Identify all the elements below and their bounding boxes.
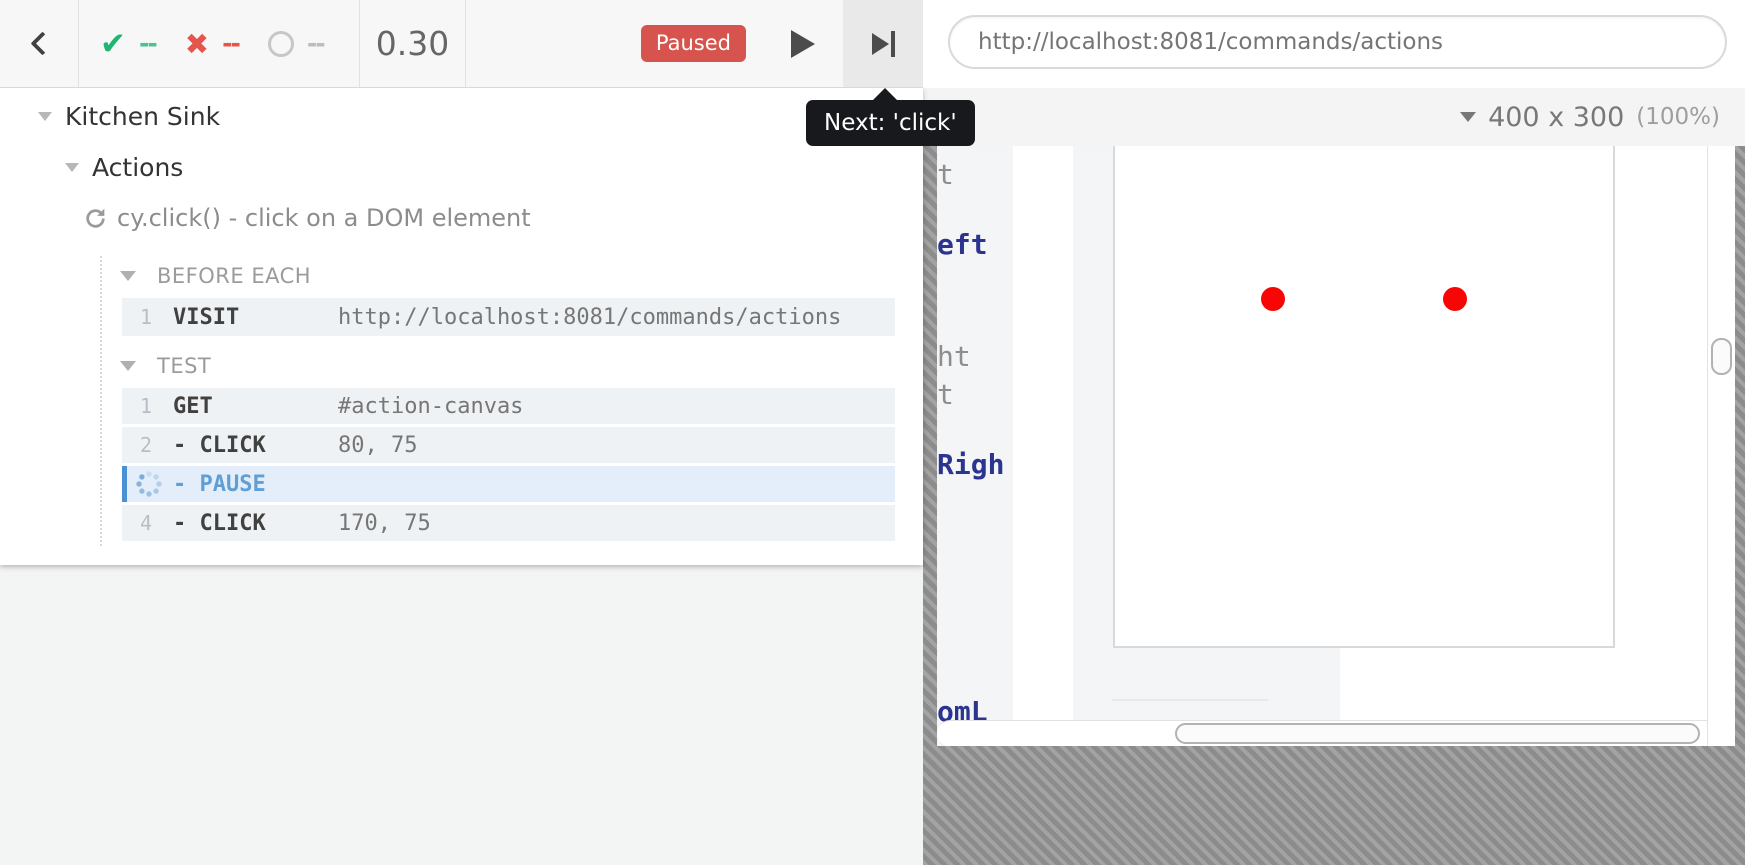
- next-step-tooltip: Next: 'click': [806, 100, 975, 146]
- test-cy-click[interactable]: cy.click() - click on a DOM element: [0, 182, 923, 232]
- command-row[interactable]: 1 GET #action-canvas: [122, 388, 895, 424]
- command-method: - CLICK: [173, 505, 266, 541]
- passed-check-icon: ✔: [100, 26, 126, 62]
- click-dot: [1261, 287, 1285, 311]
- chevron-left-icon: [30, 31, 54, 55]
- test-title: cy.click() - click on a DOM element: [117, 204, 531, 232]
- command-method: - PAUSE: [173, 466, 266, 502]
- command-message: #action-canvas: [338, 388, 523, 424]
- aut-iframe[interactable]: tefthttRighomL: [937, 146, 1735, 746]
- command-method: GET: [173, 388, 213, 424]
- reporter-toolbar: ✔ -- ✖ -- -- 0.30 Paused: [0, 0, 923, 88]
- test-stats: ✔ -- ✖ -- --: [79, 0, 360, 87]
- code-fragment: t: [937, 378, 954, 411]
- hook-name: BEFORE EACH: [157, 264, 311, 288]
- tooltip-text: Next: 'click': [824, 110, 957, 136]
- resume-play-button[interactable]: [791, 30, 815, 58]
- spec-tree: Kitchen Sink Actions cy.click() - click …: [0, 88, 923, 232]
- hook-header[interactable]: TEST: [120, 354, 923, 378]
- caret-down-icon: [65, 163, 79, 172]
- command-row[interactable]: 2 - CLICK 80, 75: [122, 427, 895, 463]
- caret-down-icon: [38, 112, 52, 121]
- suite-kitchen-sink[interactable]: Kitchen Sink: [0, 88, 923, 131]
- code-fragment: ht: [937, 340, 971, 373]
- suite-title: Actions: [92, 153, 183, 182]
- run-controls: Paused: [466, 0, 843, 87]
- failed-count: --: [222, 29, 239, 58]
- page-section-background: [1073, 146, 1113, 722]
- viewport-info-bar: 400 x 300 (100%): [923, 88, 1745, 146]
- command-message: 170, 75: [338, 505, 431, 541]
- refresh-icon: [83, 206, 108, 231]
- command-number: 1: [122, 388, 152, 424]
- horizontal-scrollbar-thumb[interactable]: [1175, 723, 1700, 744]
- suite-actions[interactable]: Actions: [0, 131, 923, 182]
- url-address-bar[interactable]: http://localhost:8081/commands/actions: [948, 15, 1727, 69]
- url-text: http://localhost:8081/commands/actions: [978, 29, 1443, 55]
- code-fragment: eft: [937, 228, 988, 261]
- page-section-background: [1073, 648, 1340, 722]
- command-row[interactable]: 4 - CLICK 170, 75: [122, 505, 895, 541]
- click-dot: [1443, 287, 1467, 311]
- step-forward-icon: [872, 31, 895, 57]
- command-number: [127, 466, 157, 502]
- caret-down-icon: [120, 271, 136, 281]
- failed-x-icon: ✖: [185, 27, 209, 61]
- command-number: 1: [122, 298, 152, 336]
- test-timer: 0.30: [360, 0, 466, 87]
- viewport-dropdown-caret-icon[interactable]: [1460, 112, 1476, 122]
- back-button[interactable]: [0, 0, 79, 87]
- command-row[interactable]: 1 VISIT http://localhost:8081/commands/a…: [122, 298, 895, 336]
- next-step-button[interactable]: [843, 0, 923, 87]
- command-message: 80, 75: [338, 427, 417, 463]
- command-method: - CLICK: [173, 427, 266, 463]
- action-canvas[interactable]: [1113, 146, 1615, 648]
- pending-circle-icon: [268, 31, 294, 57]
- horizontal-scrollbar[interactable]: [937, 720, 1735, 746]
- hook-name: TEST: [157, 354, 211, 378]
- vertical-scrollbar-thumb[interactable]: [1711, 338, 1732, 375]
- page-divider-rule: [1112, 699, 1268, 701]
- viewport-scale-label: (100%): [1636, 104, 1720, 130]
- command-message: http://localhost:8081/commands/actions: [338, 298, 841, 336]
- viewport-size-label[interactable]: 400 x 300: [1488, 102, 1624, 133]
- vertical-scrollbar[interactable]: [1707, 146, 1735, 746]
- command-number: 4: [122, 505, 152, 541]
- command-row[interactable]: - PAUSE: [122, 466, 895, 502]
- passed-count: --: [139, 29, 156, 58]
- paused-badge: Paused: [641, 25, 746, 62]
- code-fragment: t: [937, 158, 954, 191]
- code-fragment: Righ: [937, 448, 1004, 481]
- pending-count: --: [307, 29, 324, 58]
- command-number: 2: [122, 427, 152, 463]
- caret-down-icon: [120, 361, 136, 371]
- command-method: VISIT: [173, 298, 239, 336]
- suite-title: Kitchen Sink: [65, 102, 220, 131]
- command-log: BEFORE EACH 1 VISIT http://localhost:808…: [0, 258, 923, 544]
- hook-header[interactable]: BEFORE EACH: [120, 264, 923, 288]
